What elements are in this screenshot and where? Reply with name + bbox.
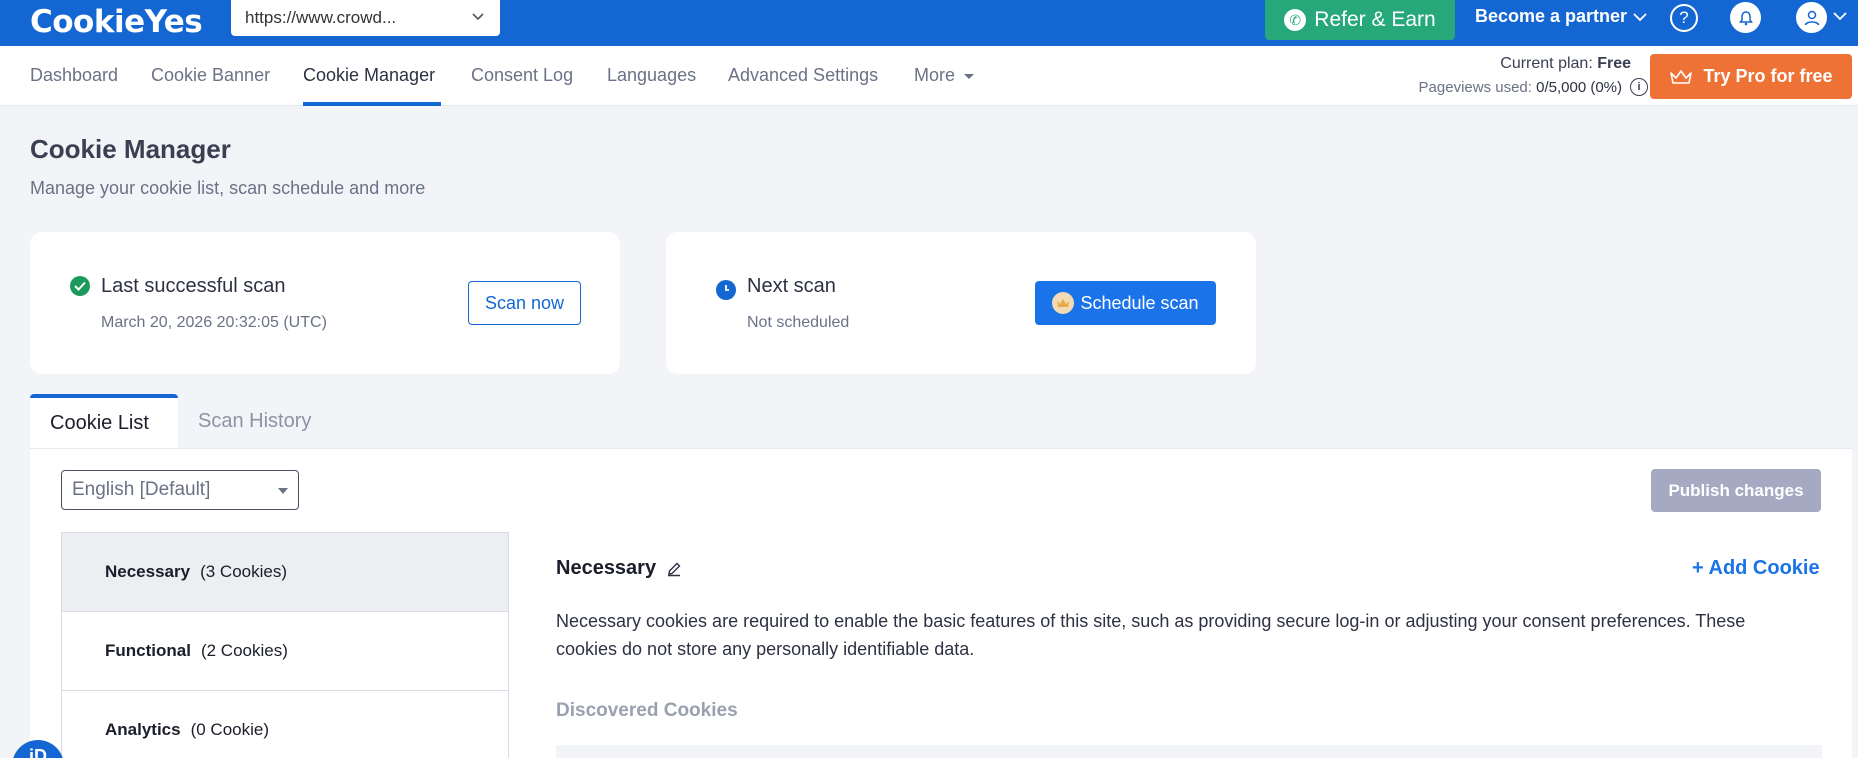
- last-scan-card: Last successful scan March 20, 2026 20:3…: [30, 232, 620, 374]
- category-detail-name: Necessary: [556, 557, 657, 579]
- category-description: Necessary cookies are required to enable…: [556, 611, 1746, 659]
- caret-down-icon: [964, 73, 975, 79]
- next-scan-card: Next scan Not scheduled Schedule scan: [666, 232, 1256, 374]
- nav-advanced-settings[interactable]: Advanced Settings: [728, 65, 878, 86]
- page-title: Cookie Manager: [30, 134, 231, 164]
- nav-cookie-manager[interactable]: Cookie Manager: [303, 65, 435, 86]
- gift-icon: ✆: [1284, 9, 1307, 31]
- current-plan: Current plan: Free: [1500, 55, 1631, 73]
- language-value: English [Default]: [72, 479, 211, 500]
- nav-languages[interactable]: Languages: [607, 65, 696, 86]
- clock-icon: [716, 280, 736, 300]
- category-name: Analytics: [105, 720, 181, 739]
- refer-earn-label: Refer & Earn: [1314, 8, 1436, 31]
- site-url: https://www.crowd...: [245, 8, 397, 27]
- become-partner-menu[interactable]: Become a partner: [1475, 6, 1647, 27]
- tab-scan-history[interactable]: Scan History: [178, 394, 331, 448]
- category-name: Functional: [105, 641, 191, 660]
- category-count: (0 Cookie): [190, 720, 270, 739]
- main-nav: Dashboard Cookie Banner Cookie Manager C…: [0, 46, 1858, 106]
- page-subtitle: Manage your cookie list, scan schedule a…: [30, 178, 426, 198]
- schedule-scan-label: Schedule scan: [1080, 292, 1199, 313]
- try-pro-button[interactable]: Try Pro for free: [1650, 54, 1852, 99]
- check-circle-icon: [70, 276, 90, 296]
- crown-icon: [1670, 69, 1693, 84]
- add-cookie-button[interactable]: + Add Cookie: [1692, 557, 1820, 580]
- last-scan-date: March 20, 2026 20:32:05 (UTC): [101, 314, 327, 331]
- category-analytics[interactable]: Analytics (0 Cookie): [62, 691, 508, 758]
- pageviews-value: 0/5,000 (0%): [1536, 78, 1622, 96]
- category-detail-title: Necessary: [556, 557, 682, 580]
- publish-changes-button[interactable]: Publish changes: [1651, 469, 1821, 512]
- nav-dashboard[interactable]: Dashboard: [30, 65, 118, 86]
- caret-down-icon: [278, 488, 288, 494]
- user-icon[interactable]: [1796, 2, 1827, 33]
- category-name: Necessary: [105, 562, 191, 581]
- pencil-icon[interactable]: [666, 561, 682, 577]
- chevron-down-icon: [472, 13, 484, 21]
- category-necessary[interactable]: Necessary (3 Cookies): [62, 533, 508, 612]
- category-list: Necessary (3 Cookies) Functional (2 Cook…: [61, 532, 509, 758]
- pageviews-used: Pageviews used: 0/5,000 (0%) i: [1419, 78, 1648, 96]
- plan-label: Current plan:: [1500, 55, 1598, 72]
- become-partner-label: Become a partner: [1475, 6, 1628, 26]
- language-select[interactable]: English [Default]: [61, 470, 299, 510]
- next-scan-status: Not scheduled: [747, 314, 850, 331]
- plan-value: Free: [1597, 55, 1631, 72]
- nav-more-label: More: [914, 65, 956, 85]
- pageviews-label: Pageviews used:: [1418, 78, 1537, 96]
- category-count: (3 Cookies): [200, 562, 287, 581]
- refer-earn-button[interactable]: ✆ Refer & Earn: [1265, 0, 1455, 40]
- tab-cookie-list[interactable]: Cookie List: [30, 394, 178, 448]
- nav-consent-log[interactable]: Consent Log: [471, 65, 573, 86]
- question-circle-icon[interactable]: ?: [1670, 4, 1698, 32]
- discovered-cookies-heading: Discovered Cookies: [556, 700, 738, 721]
- discovered-cookies-table: [556, 745, 1822, 758]
- nav-cookie-banner[interactable]: Cookie Banner: [151, 65, 270, 86]
- schedule-scan-button[interactable]: Schedule scan: [1035, 281, 1216, 325]
- cookieyes-logo[interactable]: CookieYes: [30, 4, 203, 40]
- crown-icon: [1052, 292, 1075, 314]
- info-icon[interactable]: i: [1630, 78, 1648, 96]
- scan-now-button[interactable]: Scan now: [468, 281, 581, 325]
- next-scan-title: Next scan: [747, 275, 836, 297]
- chevron-down-icon: [1633, 12, 1647, 21]
- last-scan-title: Last successful scan: [101, 275, 286, 297]
- category-functional[interactable]: Functional (2 Cookies): [62, 612, 508, 691]
- nav-more[interactable]: More: [914, 65, 975, 86]
- try-pro-label: Try Pro for free: [1703, 66, 1833, 86]
- chevron-down-icon[interactable]: [1832, 10, 1848, 22]
- category-count: (2 Cookies): [200, 641, 288, 660]
- top-bar: CookieYes https://www.crowd... ✆ Refer &…: [0, 0, 1858, 46]
- active-tab-indicator: [303, 102, 441, 106]
- site-selector[interactable]: https://www.crowd...: [231, 0, 500, 36]
- bell-icon[interactable]: [1730, 2, 1761, 33]
